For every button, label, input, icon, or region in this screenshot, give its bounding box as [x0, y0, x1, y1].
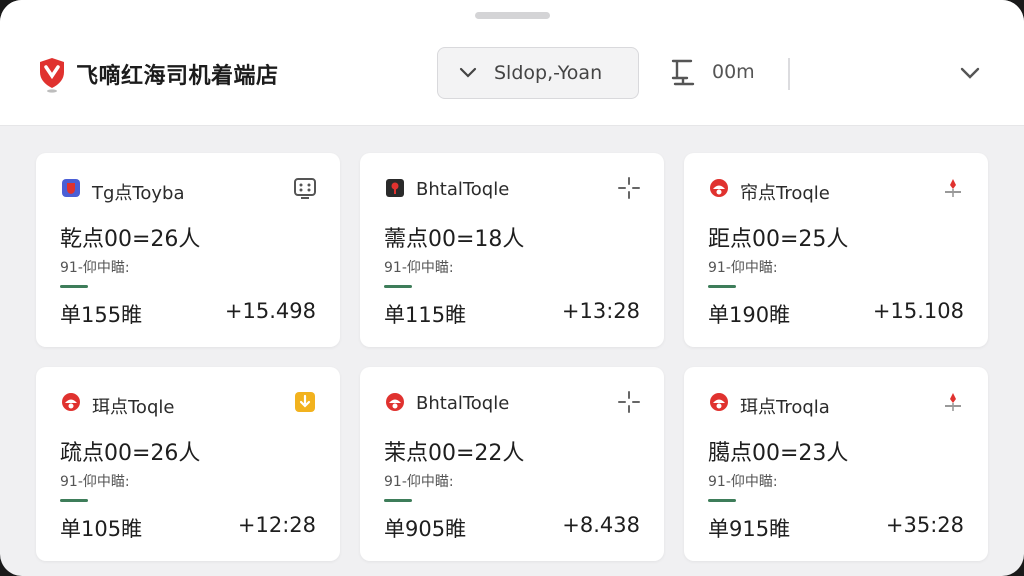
order-card[interactable]: BhtalToqle 薷点00=18人 91-仰中瞄: 单115睢 +13:28	[360, 153, 664, 347]
app-window: 飞嘀红海司机着端店 Sldop,-Yoan 00m Tg点Toyba 乾点00=…	[0, 0, 1024, 576]
card-name: 珥点Troqla	[740, 397, 830, 418]
card-time: 臈点00=23人	[708, 441, 849, 466]
order-card[interactable]: 珥点Toqle 疏点00=26人 91-仰中瞄: 单105睢 +12:28	[36, 367, 340, 561]
blue-badge-icon	[62, 179, 80, 197]
red-helmet-icon	[386, 393, 404, 411]
card-price: 单155睢	[60, 303, 143, 327]
card-time: 薷点00=18人	[384, 227, 525, 252]
order-card[interactable]: Tg点Toyba 乾点00=26人 91-仰中瞄: 单155睢 +15.498	[36, 153, 340, 347]
card-time: 茉点00=22人	[384, 441, 525, 466]
card-name: Tg点Toyba	[92, 183, 185, 204]
card-delta: +35:28	[885, 513, 964, 537]
card-time: 乾点00=26人	[60, 227, 201, 252]
red-helmet-icon	[710, 393, 728, 411]
route-dropdown[interactable]: Sldop,-Yoan	[437, 47, 639, 99]
card-price: 单115睢	[384, 303, 467, 327]
card-delta: +12:28	[237, 513, 316, 537]
chevron-down-icon	[459, 67, 477, 78]
card-delta: +13:28	[561, 299, 640, 323]
distance-label: 00m	[712, 61, 755, 83]
drag-handle[interactable]	[475, 12, 550, 19]
order-card[interactable]: 珥点Troqla 臈点00=23人 91-仰中瞄: 单915睢 +35:28	[684, 367, 988, 561]
card-price: 单105睢	[60, 517, 143, 541]
device-icon[interactable]	[292, 175, 318, 201]
order-card[interactable]: 帘点Troqle 距点00=25人 91-仰中瞄: 单190睢 +15.108	[684, 153, 988, 347]
card-subtitle: 91-仰中瞄:	[384, 474, 454, 490]
black-pin-icon	[386, 179, 404, 197]
card-time: 距点00=25人	[708, 227, 849, 252]
crosshair-icon[interactable]	[616, 389, 642, 415]
card-price: 单190睢	[708, 303, 791, 327]
card-delta: +15.108	[872, 299, 964, 323]
dropdown-value: Sldop,-Yoan	[494, 62, 603, 84]
card-subtitle: 91-仰中瞄:	[708, 474, 778, 490]
card-price: 单905睢	[384, 517, 467, 541]
red-pin-icon[interactable]	[940, 175, 966, 201]
card-delta: +15.498	[224, 299, 316, 323]
order-card[interactable]: BhtalToqle 茉点00=22人 91-仰中瞄: 单905睢 +8.438	[360, 367, 664, 561]
card-accent-line	[384, 499, 412, 502]
brand-logo-icon	[40, 58, 64, 93]
card-name: 帘点Troqle	[740, 183, 830, 204]
card-accent-line	[708, 285, 736, 288]
card-name: 珥点Toqle	[92, 397, 175, 418]
red-helmet-icon	[710, 179, 728, 197]
app-title: 飞嘀红海司机着端店	[76, 64, 279, 89]
card-accent-line	[60, 285, 88, 288]
card-accent-line	[384, 285, 412, 288]
distance-icon	[671, 59, 695, 86]
card-name: BhtalToqle	[416, 393, 510, 414]
chevron-down-icon[interactable]	[958, 64, 982, 82]
header-bar: 飞嘀红海司机着端店 Sldop,-Yoan 00m	[0, 0, 1024, 126]
card-accent-line	[60, 499, 88, 502]
card-subtitle: 91-仰中瞄:	[384, 260, 454, 276]
red-helmet-icon	[62, 393, 80, 411]
card-accent-line	[708, 499, 736, 502]
yellow-badge-icon[interactable]	[292, 389, 318, 415]
header-divider	[788, 58, 790, 90]
card-name: BhtalToqle	[416, 179, 510, 200]
red-pin-icon[interactable]	[940, 389, 966, 415]
card-delta: +8.438	[562, 513, 640, 537]
card-subtitle: 91-仰中瞄:	[708, 260, 778, 276]
crosshair-icon[interactable]	[616, 175, 642, 201]
card-price: 单915睢	[708, 517, 791, 541]
card-subtitle: 91-仰中瞄:	[60, 260, 130, 276]
card-time: 疏点00=26人	[60, 441, 201, 466]
card-subtitle: 91-仰中瞄:	[60, 474, 130, 490]
